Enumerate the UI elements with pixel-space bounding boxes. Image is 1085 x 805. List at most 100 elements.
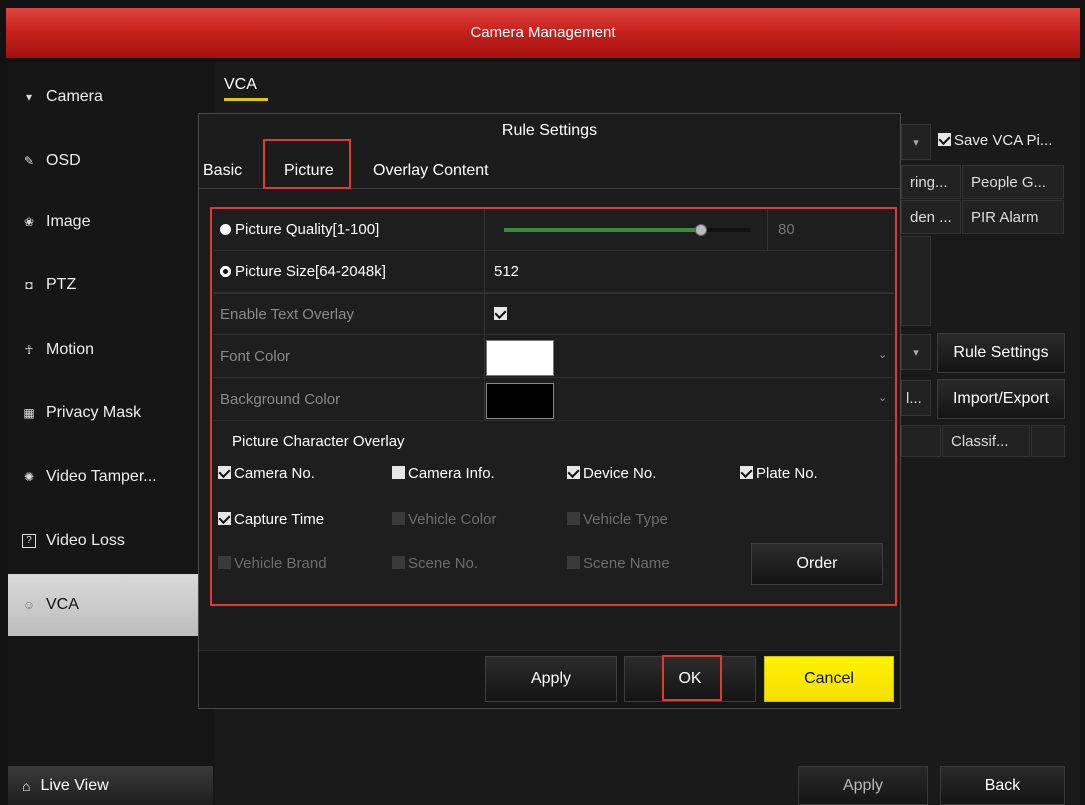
dialog-apply-button[interactable]: Apply [485,656,617,702]
table-header-cell [1031,425,1065,457]
alarm-type-cell[interactable]: ring... [901,165,961,199]
checkbox-icon [567,466,580,479]
tab-overlay-content[interactable]: Overlay Content [373,162,489,180]
sidebar-item-osd[interactable]: ✎ OSD [8,130,215,192]
sidebar-item-privacy-mask[interactable]: ▦ Privacy Mask [8,382,215,444]
sidebar-item-motion[interactable]: ☥ Motion [8,319,215,381]
dialog-cancel-button[interactable]: Cancel [764,656,894,702]
camera-info-checkbox[interactable]: Camera Info. [392,465,495,482]
chevron-down-icon: ▾ [913,136,919,149]
checkbox-label: Device No. [583,465,657,482]
tab-vca[interactable]: VCA [224,76,257,94]
checkbox-icon [218,556,231,569]
scene-no-checkbox[interactable]: Scene No. [392,555,478,572]
checkbox-icon [567,556,580,569]
checkbox-label: Scene No. [408,555,479,572]
picture-quality-option[interactable]: Picture Quality[1-100] [220,209,379,251]
device-no-checkbox[interactable]: Device No. [567,465,656,482]
plate-no-checkbox[interactable]: Plate No. [740,465,818,482]
sidebar-item-label: Camera [46,88,103,105]
home-icon: ⌂ [22,777,31,794]
picture-size-option[interactable]: Picture Size[64-2048k] [220,251,386,293]
video-loss-icon: ? [22,534,36,548]
tab-picture[interactable]: Picture [284,162,334,180]
checkbox-icon [218,512,231,525]
picture-quality-slider[interactable] [504,224,750,236]
ok-highlight [662,655,722,701]
font-color-label: Font Color [220,348,291,365]
rule-settings-button[interactable]: Rule Settings [937,333,1065,373]
chevron-down-icon: ▾ [913,346,919,359]
checkbox-label: Vehicle Brand [234,555,327,572]
back-button[interactable]: Back [940,766,1065,805]
sidebar-item-image[interactable]: ❀ Image [8,191,215,253]
sidebar-item-label: VCA [46,596,79,613]
checkbox-icon [392,556,405,569]
apply-button[interactable]: Apply [798,766,928,805]
alarm-type-cell[interactable]: PIR Alarm [962,200,1064,234]
table-header-classify: Classif... [942,425,1030,457]
checkbox-label: Vehicle Type [583,511,668,528]
sidebar-item-vca[interactable]: ☺ VCA [8,574,215,636]
live-view-button[interactable]: ⌂ Live View [8,766,213,805]
checkbox-label: Camera No. [234,465,315,482]
window-title: Camera Management [6,8,1080,58]
tab-basic[interactable]: Basic [203,162,242,180]
save-vca-checkbox[interactable]: Save VCA Pi... [938,132,1052,149]
slider-fill [504,228,701,232]
sidebar-item-label: OSD [46,152,81,169]
chevron-down-icon[interactable]: ⌄ [878,391,887,404]
dropdown-arrow[interactable]: ▾ [901,124,931,160]
sidebar-item-ptz[interactable]: ◘ PTZ [8,254,215,316]
picture-size-label: Picture Size[64-2048k] [235,263,386,280]
checkbox-label: Vehicle Color [408,511,497,528]
screen: Camera Management ▾ Camera ✎ OSD ❀ Image… [0,0,1085,805]
picture-quality-row: Picture Quality[1-100] 80 [214,209,894,251]
font-color-row: Font Color ⌄ [214,336,894,378]
sidebar-item-video-tamper[interactable]: ✺ Video Tamper... [8,446,215,508]
background-color-swatch[interactable] [486,383,554,419]
dropdown-arrow[interactable]: ▾ [901,334,931,370]
checkbox-icon [740,466,753,479]
chevron-down-icon[interactable]: ⌄ [878,348,887,361]
column-divider [484,294,485,336]
enable-text-overlay-checkbox[interactable] [494,294,510,336]
rule-list-edge [901,236,931,326]
capture-time-checkbox[interactable]: Capture Time [218,511,324,528]
sidebar-item-label: Video Loss [46,532,125,549]
sidebar-item-label: Video Tamper... [46,468,157,485]
vehicle-color-checkbox[interactable]: Vehicle Color [392,511,496,528]
checkbox-icon [567,512,580,525]
checkbox-icon [494,307,507,320]
sidebar-item-video-loss[interactable]: ? Video Loss [8,510,215,572]
slider-handle[interactable] [694,224,707,236]
table-header-cell [901,425,941,457]
import-export-button[interactable]: Import/Export [937,379,1065,419]
sidebar-item-label: PTZ [46,276,77,293]
checkbox-icon [392,512,405,525]
vehicle-brand-checkbox[interactable]: Vehicle Brand [218,555,327,572]
rule-settings-dialog: Rule Settings Basic Picture Overlay Cont… [198,113,901,709]
picture-quality-label: Picture Quality[1-100] [235,221,380,238]
camera-icon: ▾ [25,90,33,104]
alarm-type-cell[interactable]: People G... [962,165,1064,199]
osd-icon: ✎ [23,154,35,168]
order-button[interactable]: Order [751,543,883,585]
sidebar-item-camera[interactable]: ▾ Camera [8,66,215,128]
checkbox-label: Scene Name [583,555,670,572]
picture-size-input[interactable]: 512 [494,251,519,293]
scene-name-checkbox[interactable]: Scene Name [567,555,670,572]
ptz-icon: ◘ [25,278,33,292]
radio-icon [220,224,231,235]
truncated-cell[interactable]: l... [901,380,931,416]
motion-icon: ☥ [24,343,34,357]
background-color-label: Background Color [220,391,341,408]
checkbox-label: Capture Time [234,511,325,528]
alarm-type-cell[interactable]: den ... [901,200,961,234]
vehicle-type-checkbox[interactable]: Vehicle Type [567,511,668,528]
live-view-label: Live View [40,776,109,794]
font-color-swatch[interactable] [486,340,554,376]
column-divider [484,209,485,251]
checkbox-label: Camera Info. [408,465,495,482]
camera-no-checkbox[interactable]: Camera No. [218,465,315,482]
